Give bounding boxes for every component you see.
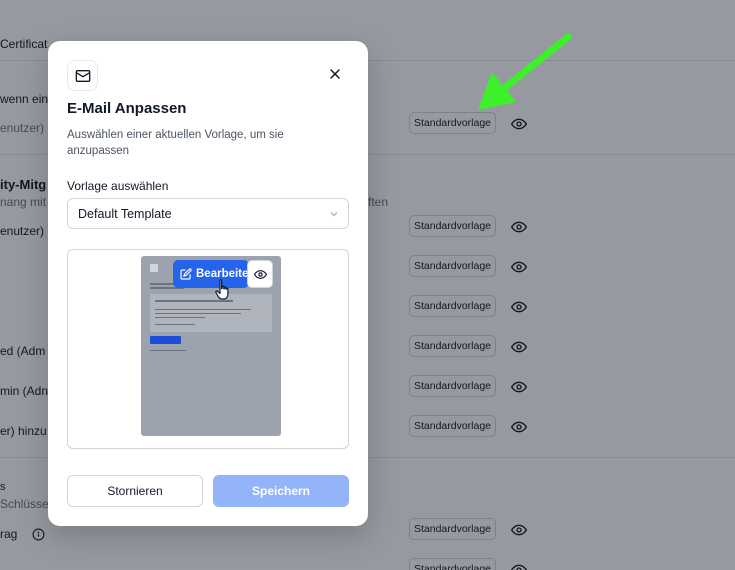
thumbnail-button <box>150 336 181 344</box>
edit-icon <box>180 268 192 280</box>
template-select[interactable]: Default Template <box>67 198 349 229</box>
thumbnail-text <box>155 313 241 314</box>
preview-template-button[interactable] <box>247 260 273 288</box>
email-customize-dialog: E-Mail Anpassen Auswählen einer aktuelle… <box>48 41 368 526</box>
dialog-description: Auswählen einer aktuellen Vorlage, um si… <box>67 129 284 157</box>
annotation-arrow-icon <box>478 33 572 110</box>
thumbnail-text <box>155 324 195 325</box>
mail-icon-container <box>67 60 98 91</box>
thumbnail-text <box>155 309 251 310</box>
edit-template-button[interactable]: Bearbeiten <box>173 260 249 288</box>
template-select-label: Vorlage auswählen <box>67 179 169 193</box>
close-icon[interactable] <box>327 66 343 82</box>
thumbnail-text <box>150 350 186 351</box>
save-button[interactable]: Speichern <box>213 475 349 507</box>
chevron-down-icon <box>330 212 338 217</box>
hand-cursor-icon <box>215 279 229 300</box>
mail-icon <box>75 69 90 82</box>
eye-icon <box>253 269 267 279</box>
thumbnail-text <box>155 317 205 318</box>
dialog-title: E-Mail Anpassen <box>67 100 187 117</box>
cancel-button[interactable]: Stornieren <box>67 475 203 507</box>
template-select-value: Default Template <box>78 206 172 221</box>
thumbnail-logo <box>150 264 158 272</box>
template-preview: Bearbeiten <box>67 249 349 449</box>
